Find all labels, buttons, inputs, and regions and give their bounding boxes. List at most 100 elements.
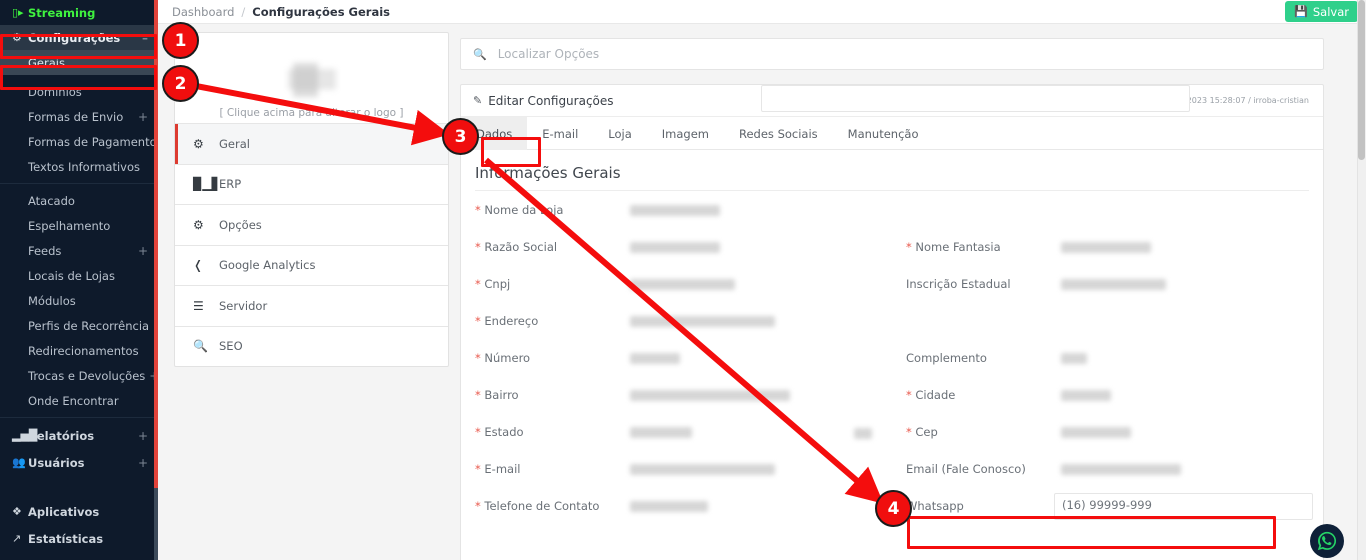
field-control (1054, 195, 1313, 197)
settings-item-servidor[interactable]: ☰ Servidor (175, 285, 448, 326)
form-grid: * Nome da Loja * Razão Social * Cnpj * E… (461, 191, 1323, 528)
email-input[interactable] (623, 456, 882, 482)
nome-fantasia-input[interactable] (1054, 234, 1313, 260)
cnpj-input[interactable] (623, 271, 882, 297)
field-control (623, 454, 882, 482)
nome-da-loja-secondary-input[interactable] (761, 85, 1190, 112)
sidebar-item-label: Módulos (28, 293, 76, 308)
redacted-value (630, 316, 775, 327)
tab-label: Redes Sociais (739, 126, 818, 141)
form-column-left: * Nome da Loja * Razão Social * Cnpj * E… (461, 195, 892, 528)
telefone-de-contato-input[interactable] (623, 493, 882, 519)
highlight-sidebar-gerais (0, 65, 157, 90)
tab-redes-sociais[interactable]: Redes Sociais (724, 117, 833, 150)
sidebar-item-atacado[interactable]: Atacado (0, 188, 158, 213)
highlight-tab-dados (481, 137, 541, 167)
field-row-bairro: * Bairro (461, 380, 892, 417)
redacted-value (630, 390, 790, 401)
razao-social-input[interactable] (623, 234, 882, 260)
inscricao-estadual-input[interactable] (1054, 271, 1313, 297)
sidebar-item-label: Atacado (28, 193, 75, 208)
tab-loja[interactable]: Loja (593, 117, 646, 150)
sidebar-item-label: Feeds (28, 243, 62, 258)
sidebar-item-onde-encontrar[interactable]: Onde Encontrar (0, 388, 158, 413)
field-row-complemento: Complemento (892, 343, 1323, 380)
annotation-marker-2: 2 (162, 65, 199, 102)
editor-title-text: Editar Configurações (488, 93, 614, 108)
settings-item-geral[interactable]: ⚙ Geral (175, 123, 448, 164)
sidebar-item-redirecionamentos[interactable]: Redirecionamentos (0, 338, 158, 363)
required-star: * (475, 388, 481, 402)
email-fale-conosco-input[interactable] (1054, 456, 1313, 482)
field-row-email-fale-conosco: Email (Fale Conosco) (892, 454, 1323, 491)
sidebar-item-textos-informativos[interactable]: Textos Informativos (0, 154, 158, 179)
field-label (906, 195, 1054, 203)
redacted-value (1061, 427, 1131, 438)
cidade-input[interactable] (1054, 382, 1313, 408)
field-control (623, 491, 882, 519)
share-alt-icon: ❬ (193, 258, 204, 273)
cubes-icon: ❖ (12, 505, 22, 518)
store-logo-image (287, 63, 336, 97)
sidebar-item-locais-de-lojas[interactable]: Locais de Lojas (0, 263, 158, 288)
content-scrollbar-track[interactable] (1357, 0, 1366, 560)
server-icon: ☰ (193, 298, 204, 313)
sidebar-item-feeds[interactable]: Feeds + (0, 238, 158, 263)
required-star: * (475, 499, 481, 513)
sidebar-item-formas-de-envio[interactable]: Formas de Envio + (0, 104, 158, 129)
field-row-spacer-mid (892, 306, 1323, 343)
field-label: * Estado (475, 425, 524, 439)
search-icon: 🔍 (193, 339, 208, 354)
sidebar-item-formas-de-pagamento[interactable]: Formas de Pagamento + (0, 129, 158, 154)
settings-item-label: Servidor (219, 298, 268, 313)
redacted-value (1061, 242, 1151, 253)
line-chart-icon: ↗ (12, 532, 22, 545)
sidebar-item-estatisticas[interactable]: ↗ Estatísticas (0, 525, 158, 552)
settings-item-opcoes[interactable]: ⚙ Opções (175, 204, 448, 245)
field-label: Inscrição Estadual (906, 277, 1011, 291)
sidebar-item-streaming[interactable]: ▯▸ Streaming (0, 0, 158, 25)
sidebar-item-trocas-e-devolucoes[interactable]: Trocas e Devoluções + (0, 363, 158, 388)
redacted-value-secondary (854, 428, 872, 439)
settings-item-google-analytics[interactable]: ❬ Google Analytics (175, 244, 448, 286)
redacted-value (630, 205, 720, 216)
chart-bar-icon: ▂▅█ (12, 429, 38, 442)
nome-da-loja-input[interactable] (623, 197, 882, 223)
save-button[interactable]: 💾 Salvar (1285, 1, 1358, 22)
complemento-input[interactable] (1054, 345, 1313, 371)
field-control (1054, 306, 1313, 308)
sidebar-item-relatorios[interactable]: ▂▅█ Relatórios + (0, 422, 158, 449)
required-star: * (475, 240, 481, 254)
settings-item-erp[interactable]: ▉▁▋ ERP (175, 163, 448, 205)
content-scrollbar-thumb[interactable] (1358, 0, 1365, 160)
sidebar-item-usuarios[interactable]: 👥 Usuários + (0, 449, 158, 476)
breadcrumb-dashboard[interactable]: Dashboard (172, 5, 234, 19)
users-icon: 👥 (12, 456, 26, 469)
estado-select[interactable] (623, 419, 882, 445)
redacted-value (1061, 279, 1166, 290)
sidebar-item-perfis-de-recorrencia[interactable]: Perfis de Recorrência (0, 313, 158, 338)
sidebar-item-modulos[interactable]: Módulos (0, 288, 158, 313)
section-title: Informações Gerais (475, 164, 621, 182)
cep-input[interactable] (1054, 419, 1313, 445)
cogs-icon: ⚙ (193, 217, 204, 232)
endereco-input[interactable] (623, 308, 882, 334)
bairro-input[interactable] (623, 382, 882, 408)
field-row-inscricao-estadual: Inscrição Estadual (892, 269, 1323, 306)
search-input[interactable] (495, 46, 1311, 62)
sidebar-item-label: Usuários (28, 455, 85, 470)
tab-imagem[interactable]: Imagem (647, 117, 724, 150)
logo-upload-area[interactable]: [ Clique acima para alterar o logo ] (175, 33, 448, 123)
numero-input[interactable] (623, 345, 882, 371)
required-star: * (906, 240, 912, 254)
tab-bar: Dados E-mail Loja Imagem Redes Sociais M… (461, 117, 1323, 150)
sidebar-item-aplicativos[interactable]: ❖ Aplicativos (0, 498, 158, 525)
redacted-value (630, 279, 735, 290)
field-control (1054, 269, 1313, 297)
settings-item-seo[interactable]: 🔍 SEO (175, 325, 448, 367)
sidebar-item-espelhamento[interactable]: Espelhamento (0, 213, 158, 238)
expand-indicator: + (137, 455, 148, 470)
whatsapp-floating-button[interactable] (1310, 524, 1344, 558)
tab-manutencao[interactable]: Manutenção (833, 117, 934, 150)
editor-card: ✎ Editar Configurações Última modificaçã… (460, 84, 1324, 560)
